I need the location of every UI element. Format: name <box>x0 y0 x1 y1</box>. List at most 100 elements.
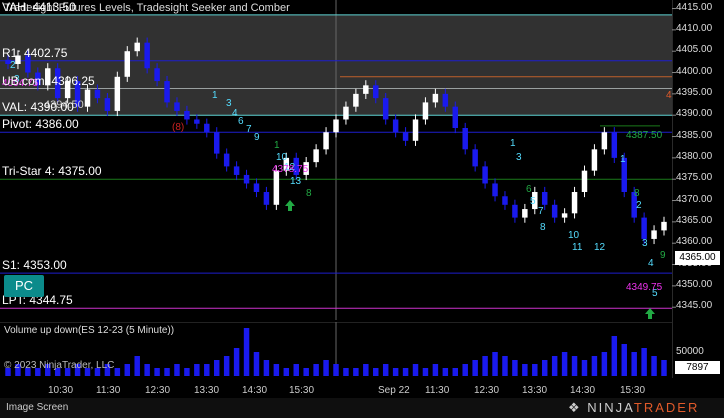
time-tick-label: 12:30 <box>474 385 500 396</box>
volume-bar <box>313 364 319 376</box>
volume-bar <box>651 356 657 376</box>
logo-part2: TRADER <box>633 400 700 415</box>
time-tick-label: 15:30 <box>289 385 315 396</box>
candle-body <box>323 132 329 150</box>
logo-part1: NINJA <box>587 400 634 415</box>
candle-body <box>124 51 131 77</box>
volume-bar <box>154 368 160 376</box>
price-chart[interactable]: 23134679101213135781011 121234518 6 894004.… <box>0 0 672 320</box>
candle-body <box>442 93 449 107</box>
volume-bar <box>263 360 270 376</box>
sequence-count: 2 <box>10 60 16 71</box>
sequence-count: 9 <box>254 132 260 143</box>
volume-bar <box>402 368 409 376</box>
candle-body <box>213 132 220 154</box>
volume-bar <box>502 356 508 376</box>
level-label: VAL: 4390.00 <box>2 100 74 115</box>
volume-bar <box>343 368 349 376</box>
candle-body <box>462 128 468 150</box>
price-tick-label: 4360.00 <box>676 236 713 248</box>
time-tick-label: 12:30 <box>145 385 171 396</box>
volume-bar <box>422 368 429 376</box>
volume-bar <box>551 356 558 376</box>
sequence-count: 10 <box>568 230 580 241</box>
candle-body <box>333 119 339 133</box>
candle-body <box>522 209 528 218</box>
price-tick-label: 4365.00 <box>676 214 713 226</box>
sequence-count: 1 <box>510 138 516 149</box>
volume-bar <box>561 352 568 376</box>
time-tick-label: 14:30 <box>570 385 596 396</box>
volume-bar <box>253 352 260 376</box>
candle-body <box>561 213 568 218</box>
candle-body <box>104 98 111 111</box>
candle-body <box>571 192 578 214</box>
candle-body <box>154 68 160 82</box>
volume-bar <box>611 336 618 376</box>
time-tick-label: 13:30 <box>194 385 220 396</box>
candle-body <box>472 149 478 167</box>
volume-bar <box>631 352 637 376</box>
sequence-count: 8 <box>540 222 546 233</box>
candle-body <box>114 76 121 111</box>
overlay-label: 4387.50 <box>626 130 663 141</box>
volume-bar <box>353 368 359 376</box>
volume-bar <box>373 368 379 376</box>
level-label: S1: 4353.00 <box>2 258 67 273</box>
candle-body <box>144 42 150 69</box>
volume-bar <box>512 360 518 376</box>
overlay-label: 4349.75 <box>626 282 663 293</box>
candle-body <box>402 132 409 141</box>
volume-title: Volume up down(ES 12-23 (5 Minute)) <box>4 325 175 336</box>
sequence-count: 12 <box>594 242 606 253</box>
sequence-count: 9 <box>660 250 666 261</box>
time-tick-label: 11:30 <box>425 385 450 396</box>
candle-body <box>263 192 270 205</box>
time-tick-label: 11:30 <box>96 385 121 396</box>
volume-bar <box>243 328 250 376</box>
level-label: UB.com: 4396.25 <box>2 73 95 88</box>
volume-bar <box>283 368 290 376</box>
sequence-count: 7 <box>246 124 252 135</box>
sequence-count: 5 <box>530 196 536 207</box>
volume-bar <box>412 364 419 376</box>
volume-bar <box>293 364 299 376</box>
candle-body <box>661 221 667 231</box>
volume-bar <box>144 364 150 376</box>
time-tick-label: 14:30 <box>242 385 268 396</box>
candle-body <box>363 85 369 94</box>
candle-body <box>422 102 429 120</box>
level-label: VAH: 4413.50 <box>2 0 76 14</box>
volume-bar <box>213 360 220 376</box>
overlay-label: (8) <box>172 122 184 133</box>
level-label: R1: 4402.75 <box>2 45 68 60</box>
candle-body <box>492 183 498 197</box>
up-arrow-icon <box>645 308 655 319</box>
sequence-count: 8 <box>306 188 312 199</box>
volume-bar <box>442 368 449 376</box>
volume-bar <box>194 364 200 376</box>
candle-body <box>353 93 359 107</box>
candle-body <box>591 149 598 171</box>
price-tick-label: 4385.00 <box>676 129 713 141</box>
candle-body <box>551 204 558 218</box>
price-tick-label: 4345.00 <box>676 300 713 312</box>
volume-bar <box>581 360 588 376</box>
volume-bar <box>303 368 309 376</box>
candle-body <box>482 166 488 184</box>
candle-body <box>84 89 91 107</box>
candle-body <box>273 170 280 205</box>
volume-bar <box>323 360 329 376</box>
pc-button[interactable]: PC <box>4 275 44 297</box>
price-tick-label: 4375.00 <box>676 172 713 184</box>
sequence-count: 6 <box>526 184 532 195</box>
sequence-count: 11 <box>572 242 583 253</box>
price-axis[interactable] <box>672 0 724 378</box>
volume-bar <box>492 352 498 376</box>
volume-bar <box>591 356 598 376</box>
volume-bar <box>432 364 439 376</box>
candle-body <box>313 149 319 163</box>
logo-icon: ❖ <box>568 400 588 415</box>
up-arrow-icon <box>285 200 295 211</box>
volume-bar <box>472 360 478 376</box>
